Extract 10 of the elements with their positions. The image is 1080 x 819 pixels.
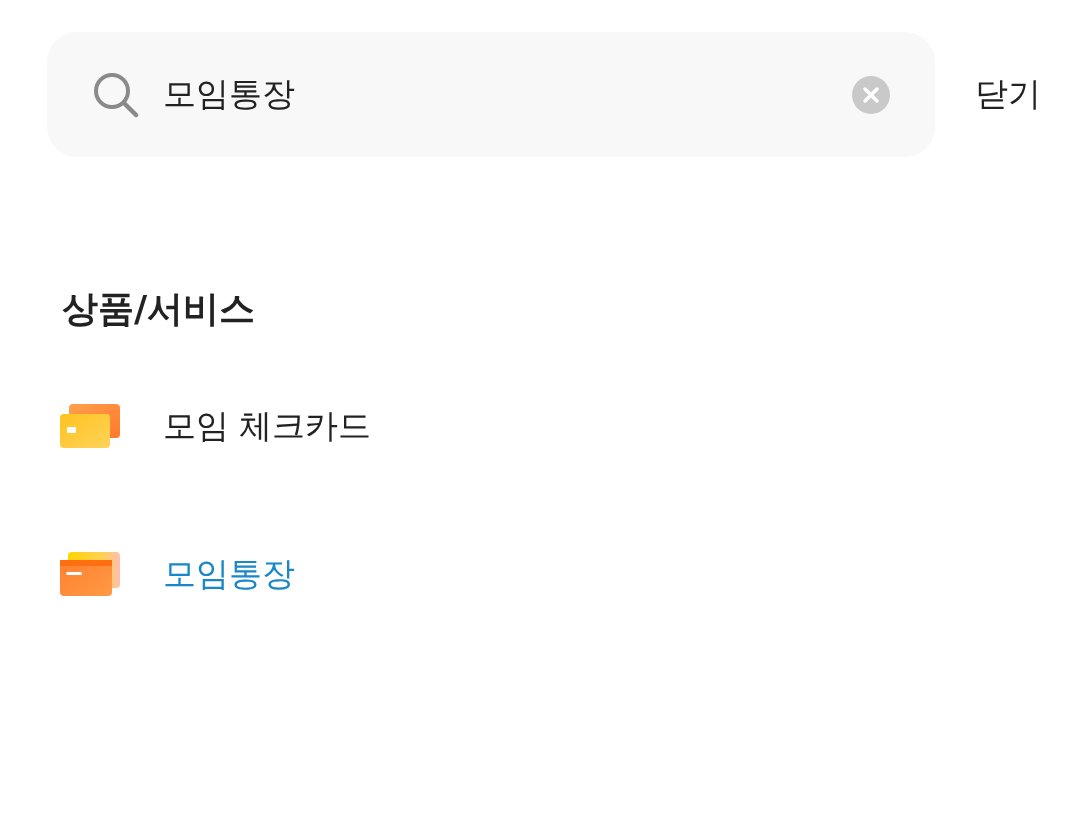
section-heading: 상품/서비스 [62,287,256,331]
search-field[interactable]: 모임통장 [47,32,935,157]
result-link[interactable]: 모임통장 [163,552,295,596]
clear-button[interactable] [851,74,891,115]
close-button[interactable]: 닫기 [970,68,1045,121]
cards-icon [60,404,120,448]
result-link[interactable]: 모임 체크카드 [163,404,372,448]
search-input[interactable]: 모임통장 [163,69,827,120]
cards-icon [60,552,120,596]
search-icon [93,71,139,118]
